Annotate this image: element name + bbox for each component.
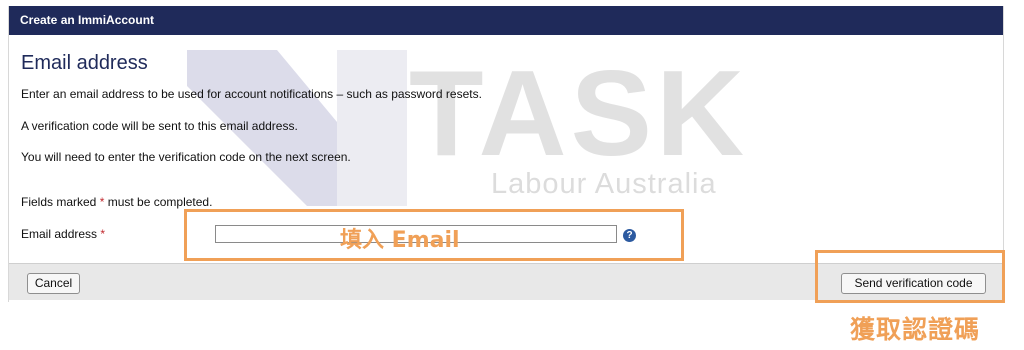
send-annotation-box [815,250,1005,303]
fields-note-suffix: must be completed. [104,195,213,209]
send-annotation-label: 獲取認證碼 [850,315,981,344]
instruction-text-3: You will need to enter the verification … [21,150,351,164]
fields-note-prefix: Fields marked [21,195,100,209]
email-required-marker: * [100,227,106,241]
email-label: Email address * [21,227,105,241]
cancel-button[interactable]: Cancel [27,273,80,294]
email-label-text: Email address [21,227,98,241]
instruction-text-2: A verification code will be sent to this… [21,119,298,133]
page-title: Email address [21,52,148,74]
required-fields-note: Fields marked * must be completed. [21,195,212,209]
page: Create an ImmiAccount TASK Labour Austra… [0,0,1024,350]
instruction-text-1: Enter an email address to be used for ac… [21,87,482,101]
email-annotation-label: 填入 Email [340,228,460,253]
